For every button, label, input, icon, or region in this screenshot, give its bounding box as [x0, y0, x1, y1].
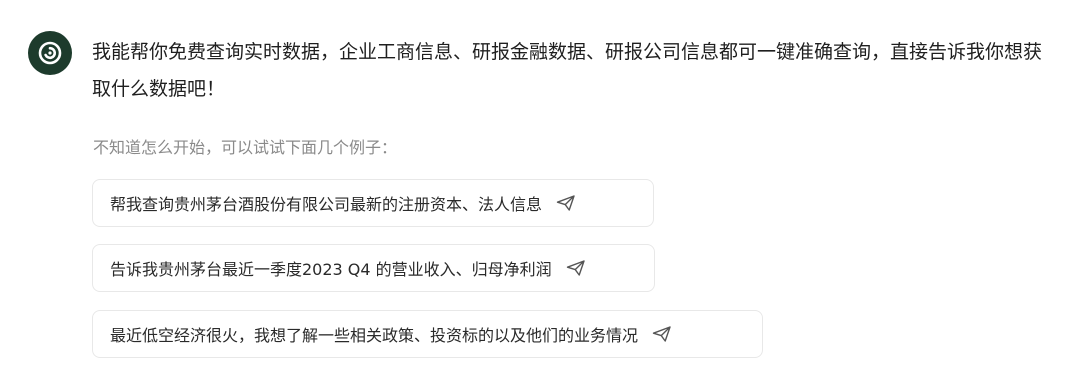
suggestion-text: 告诉我贵州茅台最近一季度2023 Q4 的营业收入、归母净利润 [110, 260, 552, 279]
snail-shell-icon [37, 40, 63, 66]
suggestion-text: 帮我查询贵州茅台酒股份有限公司最新的注册资本、法人信息 [110, 195, 543, 214]
send-icon [556, 194, 576, 212]
assistant-avatar [28, 31, 72, 75]
suggestion-chip[interactable]: 告诉我贵州茅台最近一季度2023 Q4 的营业收入、归母净利润 [92, 244, 655, 292]
suggestion-chip[interactable]: 最近低空经济很火，我想了解一些相关政策、投资标的以及他们的业务情况 [92, 310, 763, 358]
assistant-intro-message: 我能帮你免费查询实时数据，企业工商信息、研报金融数据、研报公司信息都可一键准确查… [92, 41, 1043, 100]
suggestion-chip[interactable]: 帮我查询贵州茅台酒股份有限公司最新的注册资本、法人信息 [92, 179, 654, 227]
suggestion-text: 最近低空经济很火，我想了解一些相关政策、投资标的以及他们的业务情况 [110, 326, 639, 345]
send-icon [566, 259, 586, 277]
suggestion-hint: 不知道怎么开始，可以试试下面几个例子： [93, 138, 398, 157]
send-icon [652, 325, 672, 343]
